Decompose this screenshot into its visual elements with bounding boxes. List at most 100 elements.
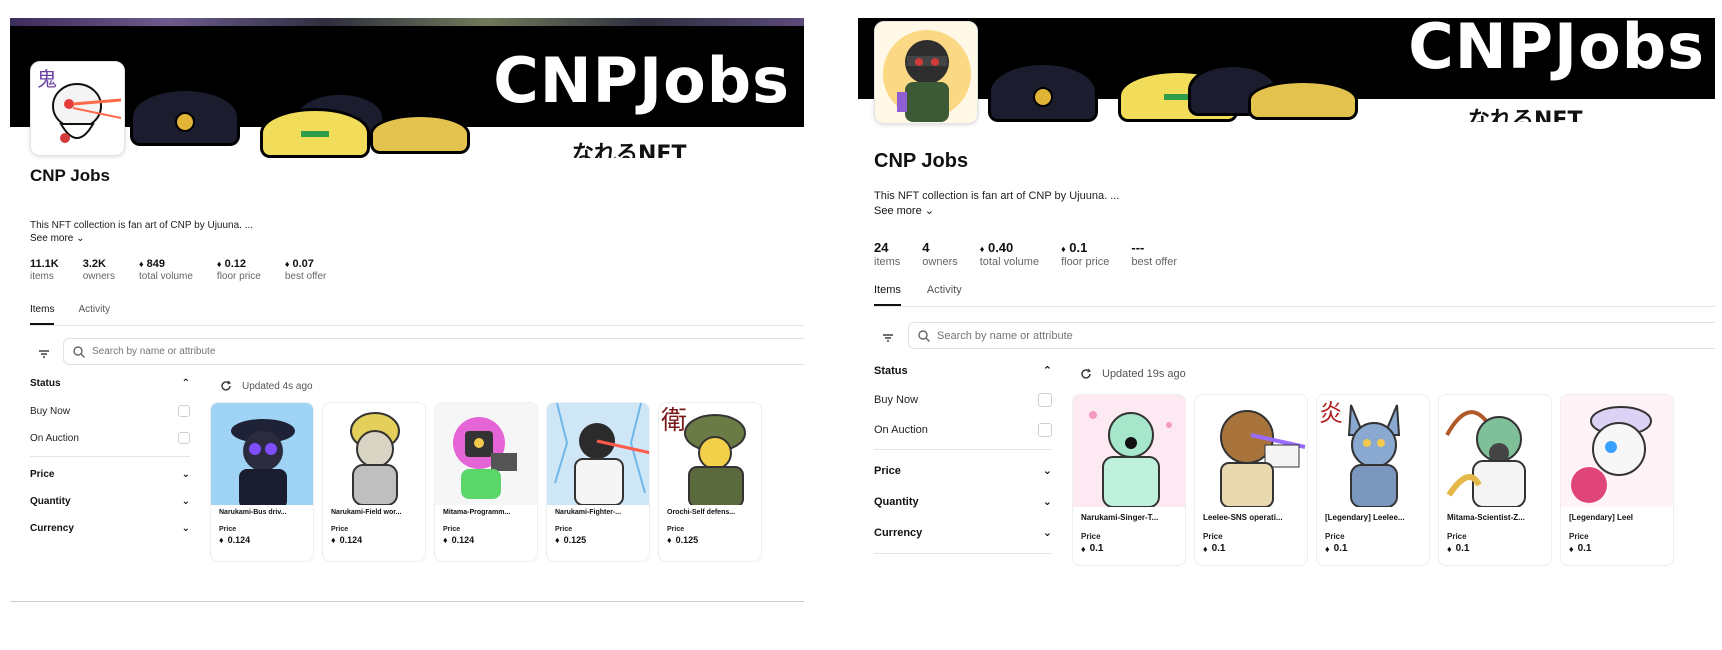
right-collection-page: CNPJobs なれるNFT CNP Jobs This NFT collect… [858, 18, 1715, 604]
nft-image: 衛 [659, 403, 761, 505]
nft-card[interactable]: Mitama-Programm... Price ♦ 0.124 [434, 402, 538, 562]
on-auction-checkbox[interactable] [1038, 423, 1052, 437]
currency-section-header[interactable]: Currency ⌄ [30, 523, 190, 534]
stat-owners: 4 owners [922, 240, 958, 268]
quantity-section-header[interactable]: Quantity ⌄ [874, 495, 1052, 509]
collection-avatar: 鬼 [30, 61, 125, 156]
eth-icon: ♦ [284, 259, 290, 269]
refresh-icon[interactable] [1080, 368, 1092, 380]
hat-illustration [260, 108, 370, 158]
eth-icon: ♦ [555, 535, 560, 545]
price-section-header[interactable]: Price ⌄ [874, 464, 1052, 478]
buy-now-checkbox[interactable] [1038, 393, 1052, 407]
chevron-down-icon: ⌄ [181, 469, 190, 480]
on-auction-checkbox[interactable] [178, 432, 190, 444]
banner-art-strip [10, 18, 804, 26]
collection-tabs: Items Activity [30, 304, 804, 326]
tab-items[interactable]: Items [30, 304, 55, 325]
eth-icon: ♦ [443, 535, 448, 545]
on-auction-row[interactable]: On Auction [874, 423, 1052, 437]
currency-section-header[interactable]: Currency ⌄ [874, 526, 1052, 540]
filter-icon[interactable] [36, 346, 52, 362]
filter-sidebar: Status ⌃ Buy Now On Auction Price ⌄ Quanti… [30, 378, 190, 534]
refresh-icon[interactable] [220, 380, 232, 392]
tab-items[interactable]: Items [874, 284, 901, 306]
nft-image [1439, 395, 1551, 507]
collection-title: CNP Jobs [30, 166, 110, 185]
search-icon [73, 345, 85, 358]
divider [874, 449, 1052, 450]
see-more-link[interactable]: See more ⌄ [874, 204, 934, 217]
eth-icon: ♦ [1081, 543, 1086, 554]
nft-card[interactable]: 炎 [Legendary] Leelee... Price ♦ 0.1 [1316, 394, 1430, 566]
eth-icon: ♦ [216, 259, 222, 269]
stat-floor-price: ♦ 0.1 floor price [1061, 240, 1110, 268]
stat-best-offer: ♦ 0.07 best offer [284, 258, 327, 282]
search-bar[interactable] [63, 338, 804, 365]
eth-icon: ♦ [667, 535, 672, 545]
svg-text:炎: 炎 [1319, 399, 1343, 427]
chevron-up-icon: ⌃ [181, 378, 190, 389]
chevron-down-icon: ⌄ [1042, 527, 1052, 539]
chevron-down-icon: ⌄ [1042, 496, 1052, 508]
search-input[interactable] [937, 329, 1683, 342]
nft-card[interactable]: Mitama-Scientist-Z... Price ♦ 0.1 [1438, 394, 1552, 566]
stat-best-offer: --- best offer [1131, 240, 1178, 268]
chevron-down-icon: ⌄ [76, 233, 85, 244]
nft-card[interactable]: Leelee-SNS operati... Price ♦ 0.1 [1194, 394, 1308, 566]
divider [874, 553, 1052, 554]
chevron-down-icon: ⌄ [924, 205, 934, 217]
nft-card[interactable]: Narukami-Bus driv... Price ♦ 0.124 [210, 402, 314, 562]
collection-stats: 11.1K items 3.2K owners ♦ 849 total volume … [30, 258, 326, 282]
stat-total-volume: ♦ 849 total volume [139, 258, 193, 282]
nft-card[interactable]: Narukami-Field wor... Price ♦ 0.124 [322, 402, 426, 562]
search-input[interactable] [92, 346, 775, 357]
chevron-up-icon: ⌃ [1042, 365, 1052, 377]
collection-description: This NFT collection is fan art of CNP by… [874, 190, 1120, 202]
collection-tabs: Items Activity [874, 284, 1715, 307]
tab-activity[interactable]: Activity [78, 304, 110, 325]
banner-title: CNPJobs [493, 44, 790, 117]
stat-items: 24 items [874, 240, 901, 268]
nft-grid: Narukami-Bus driv... Price ♦ 0.124 Naruka… [210, 402, 762, 562]
price-section-header[interactable]: Price ⌄ [30, 469, 190, 480]
nft-image [211, 403, 313, 505]
nft-card[interactable]: 衛 Orochi-Self defens... Price ♦ 0.125 [658, 402, 762, 562]
stat-floor-price: ♦ 0.12 floor price [216, 258, 261, 282]
hat-illustration [130, 88, 240, 146]
eth-icon: ♦ [1061, 244, 1066, 254]
quantity-section-header[interactable]: Quantity ⌄ [30, 496, 190, 507]
eth-icon: ♦ [1569, 543, 1574, 554]
nft-card[interactable]: [Legendary] Leel Price ♦ 0.1 [1560, 394, 1674, 566]
nft-image [323, 403, 425, 505]
updated-status: Updated 19s ago [1080, 368, 1186, 380]
buy-now-checkbox[interactable] [178, 405, 190, 417]
eth-icon: ♦ [979, 244, 985, 254]
eth-icon: ♦ [1447, 543, 1452, 554]
nft-card[interactable]: Narukami-Singer-T... Price ♦ 0.1 [1072, 394, 1186, 566]
search-bar[interactable] [908, 322, 1715, 349]
collection-title: CNP Jobs [874, 150, 969, 172]
filter-icon[interactable] [880, 330, 896, 346]
eth-icon: ♦ [1325, 543, 1330, 554]
tab-activity[interactable]: Activity [927, 284, 962, 306]
chevron-down-icon: ⌄ [181, 496, 190, 507]
search-icon [918, 329, 930, 342]
svg-text:衛: 衛 [661, 406, 687, 436]
stat-owners: 3.2K owners [82, 258, 115, 282]
see-more-link[interactable]: See more ⌄ [30, 233, 85, 244]
updated-status: Updated 4s ago [220, 380, 313, 392]
nft-image [1073, 395, 1185, 507]
nft-image [547, 403, 649, 505]
nft-image [1195, 395, 1307, 507]
collection-banner: CNPJobs なれるNFT [10, 18, 804, 158]
status-section-header[interactable]: Status ⌃ [874, 364, 1052, 378]
status-section-header[interactable]: Status ⌃ [30, 378, 190, 389]
collection-stats: 24 items 4 owners ♦ 0.40 total volume ♦ 0.1… [874, 240, 1177, 268]
buy-now-row[interactable]: Buy Now [874, 393, 1052, 407]
nft-card[interactable]: Narukami-Fighter-... Price ♦ 0.125 [546, 402, 650, 562]
collection-description: This NFT collection is fan art of CNP by… [30, 220, 254, 231]
left-collection-page: CNPJobs なれるNFT 鬼 CNP Jobs This NFT colle… [10, 18, 804, 602]
on-auction-row[interactable]: On Auction [30, 432, 190, 444]
buy-now-row[interactable]: Buy Now [30, 405, 190, 417]
